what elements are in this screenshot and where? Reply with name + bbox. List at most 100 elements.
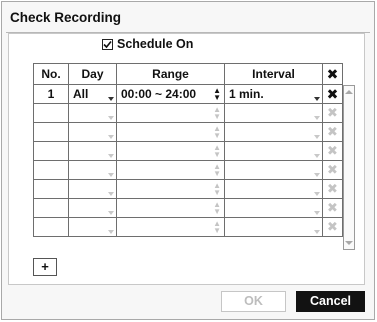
up-down-spinner-icon[interactable]: ▲ ▼ [213, 144, 221, 159]
range-spinner[interactable]: ▲ ▼ [116, 103, 225, 123]
schedule-on-checkbox[interactable] [102, 38, 113, 50]
dropdown-arrow-icon [314, 192, 320, 196]
table-row: ▲ ▼ ✖ [33, 141, 343, 161]
dropdown-arrow-icon [314, 135, 320, 139]
table-row: ▲ ▼ ✖ [33, 217, 343, 237]
interval-select[interactable] [224, 198, 323, 218]
interval-value [225, 144, 229, 158]
range-spinner[interactable]: ▲ ▼ [116, 198, 225, 218]
table-row: ▲ ▼ ✖ [33, 198, 343, 218]
range-spinner[interactable]: ▲ ▼ [116, 160, 225, 180]
day-value [69, 106, 73, 120]
row-number-cell [33, 103, 69, 123]
row-number-cell [33, 141, 69, 161]
range-spinner[interactable]: 00:00 ~ 24:00 ▲ ▼ [116, 84, 225, 104]
day-value: All [73, 87, 89, 101]
table-scrollbar[interactable] [343, 85, 355, 250]
interval-select[interactable] [224, 179, 323, 199]
scroll-up-arrow-icon[interactable] [344, 87, 354, 97]
interval-value [225, 163, 229, 177]
day-select[interactable] [68, 217, 117, 237]
interval-select[interactable] [224, 122, 323, 142]
interval-value [225, 220, 229, 234]
day-select[interactable]: All [68, 84, 117, 104]
interval-value [225, 106, 229, 120]
range-value: 00:00 ~ 24:00 [121, 87, 197, 101]
row-number-cell [33, 198, 69, 218]
interval-select[interactable]: 1 min. [224, 84, 323, 104]
dropdown-arrow-icon [108, 116, 114, 120]
dropdown-arrow-icon [108, 211, 114, 215]
close-x-icon: ✖ [327, 181, 338, 196]
scroll-down-arrow-icon[interactable] [344, 238, 354, 248]
schedule-on-toggle[interactable]: Schedule On [102, 37, 193, 51]
table-row: ▲ ▼ ✖ [33, 122, 343, 142]
range-spinner[interactable]: ▲ ▼ [116, 217, 225, 237]
range-spinner[interactable]: ▲ ▼ [116, 122, 225, 142]
up-down-spinner-icon[interactable]: ▲ ▼ [213, 220, 221, 235]
close-x-icon: ✖ [326, 85, 339, 102]
range-spinner[interactable]: ▲ ▼ [116, 179, 225, 199]
interval-value: 1 min. [229, 87, 264, 101]
dropdown-arrow-icon [314, 97, 320, 101]
table-row: ▲ ▼ ✖ [33, 160, 343, 180]
close-x-icon: ✖ [326, 65, 339, 82]
delete-all-button[interactable]: ✖ [322, 63, 343, 85]
delete-row-button[interactable]: ✖ [322, 198, 343, 218]
interval-select[interactable] [224, 103, 323, 123]
cancel-button[interactable]: Cancel [296, 291, 365, 312]
day-select[interactable] [68, 141, 117, 161]
range-spinner[interactable]: ▲ ▼ [116, 141, 225, 161]
up-down-spinner-icon[interactable]: ▲ ▼ [213, 182, 221, 197]
interval-select[interactable] [224, 217, 323, 237]
day-select[interactable] [68, 160, 117, 180]
up-down-spinner-icon[interactable]: ▲ ▼ [213, 201, 221, 216]
interval-select[interactable] [224, 141, 323, 161]
day-value [69, 125, 73, 139]
close-x-icon: ✖ [327, 162, 338, 177]
range-value [117, 201, 121, 215]
range-value [117, 163, 121, 177]
interval-value [225, 201, 229, 215]
dropdown-arrow-icon [314, 116, 320, 120]
range-value [117, 125, 121, 139]
add-row-button[interactable]: + [33, 258, 57, 276]
close-x-icon: ✖ [327, 219, 338, 234]
column-header-day: Day [68, 63, 117, 85]
up-down-spinner-icon[interactable]: ▲ ▼ [213, 87, 221, 102]
row-number-cell [33, 179, 69, 199]
delete-row-button[interactable]: ✖ [322, 122, 343, 142]
interval-select[interactable] [224, 160, 323, 180]
range-value [117, 144, 121, 158]
row-number-cell [33, 217, 69, 237]
day-value [69, 163, 73, 177]
interval-value [225, 125, 229, 139]
day-select[interactable] [68, 198, 117, 218]
dropdown-arrow-icon [314, 173, 320, 177]
delete-row-button[interactable]: ✖ [322, 103, 343, 123]
dropdown-arrow-icon [108, 230, 114, 234]
table-header-row: No. Day Range Interval ✖ [33, 63, 343, 85]
up-down-spinner-icon[interactable]: ▲ ▼ [213, 163, 221, 178]
delete-row-button[interactable]: ✖ [322, 179, 343, 199]
table-row: ▲ ▼ ✖ [33, 103, 343, 123]
row-number-cell [33, 122, 69, 142]
day-select[interactable] [68, 122, 117, 142]
up-down-spinner-icon[interactable]: ▲ ▼ [213, 125, 221, 140]
close-x-icon: ✖ [327, 200, 338, 215]
day-select[interactable] [68, 103, 117, 123]
schedule-on-label: Schedule On [117, 37, 194, 51]
row-number-cell: 1 [33, 84, 69, 104]
close-x-icon: ✖ [327, 124, 338, 139]
schedule-table: No. Day Range Interval ✖ 1 All 00:00 ~ 24:… [33, 63, 343, 237]
dropdown-arrow-icon [108, 154, 114, 158]
delete-row-button[interactable]: ✖ [322, 217, 343, 237]
delete-row-button[interactable]: ✖ [322, 160, 343, 180]
day-value [69, 182, 73, 196]
ok-button[interactable]: OK [221, 291, 286, 312]
dropdown-arrow-icon [108, 135, 114, 139]
delete-row-button[interactable]: ✖ [322, 84, 343, 104]
day-select[interactable] [68, 179, 117, 199]
delete-row-button[interactable]: ✖ [322, 141, 343, 161]
up-down-spinner-icon[interactable]: ▲ ▼ [213, 106, 221, 121]
